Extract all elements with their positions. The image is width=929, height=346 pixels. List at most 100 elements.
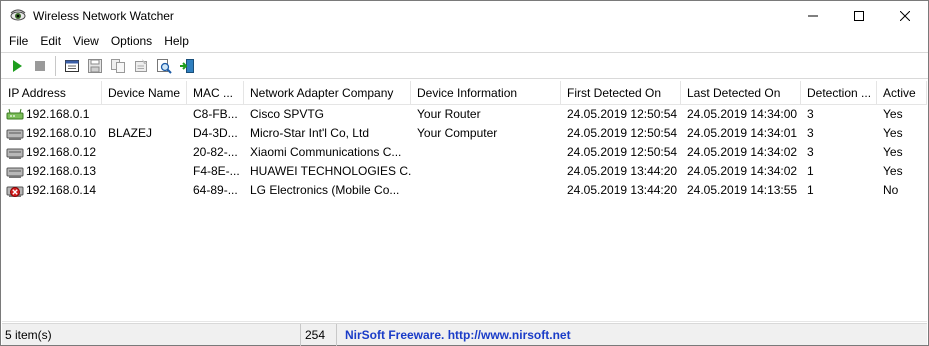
nirsoft-link[interactable]: NirSoft Freeware. http://www.nirsoft.net [337,324,927,346]
copy-button[interactable] [106,55,129,77]
title-bar: Wireless Network Watcher [1,1,928,31]
html-report-button[interactable] [60,55,83,77]
mac-cell: C8-FB... [193,107,238,121]
company-cell: Cisco SPVTG [250,107,325,121]
list-header: IP Address Device Name MAC ... Network A… [2,81,927,105]
ip-address: 192.168.0.1 [26,107,90,121]
column-header-ip-address[interactable]: IP Address [2,81,102,105]
menu-help[interactable]: Help [158,31,195,52]
minimize-button[interactable] [790,1,836,31]
menu-options[interactable]: Options [105,31,158,52]
device-list[interactable]: IP Address Device Name MAC ... Network A… [2,81,927,322]
column-header-mac-address[interactable]: MAC ... [187,81,244,105]
computer-icon [6,129,24,140]
properties-icon [134,58,147,72]
network-device-icon [6,167,24,178]
device-info-cell [411,181,561,200]
exit-button[interactable] [175,55,198,77]
menu-bar: File Edit View Options Help [1,31,928,52]
menu-view[interactable]: View [67,31,105,52]
menu-file[interactable]: File [3,31,34,52]
stop-scan-button[interactable] [28,55,51,77]
first-detected-cell: 24.05.2019 12:50:54 [567,145,678,159]
ip-address: 192.168.0.10 [26,126,97,140]
table-row[interactable]: 192.168.0.10 BLAZEJ D4-3D... Micro-Star … [2,124,927,143]
window-title: Wireless Network Watcher [33,9,174,23]
detection-count-cell: 1 [807,164,814,178]
network-device-icon [6,148,24,159]
find-button[interactable] [152,55,175,77]
ip-cell: 192.168.0.13 [2,162,102,181]
properties-button[interactable] [129,55,152,77]
maximize-button[interactable] [836,1,882,31]
table-row[interactable]: 192.168.0.1 C8-FB... Cisco SPVTG Your Ro… [2,105,927,124]
company-cell: Xiaomi Communications C... [250,145,402,159]
device-info-cell: Your Computer [417,126,498,140]
maximize-icon [854,11,864,21]
column-header-last-detected[interactable]: Last Detected On [681,81,801,105]
table-row[interactable]: 192.168.0.13 F4-8E-... HUAWEI TECHNOLOGI… [2,162,927,181]
device-name-cell [102,162,187,181]
first-detected-cell: 24.05.2019 12:50:54 [567,107,678,121]
column-header-detection-count[interactable]: Detection ... [801,81,877,105]
play-icon [12,59,22,72]
active-cell: No [883,183,899,197]
active-cell: Yes [883,145,903,159]
status-item-count: 5 item(s) [2,323,301,346]
save-button[interactable] [83,55,106,77]
copy-icon [110,58,125,73]
app-eye-icon [10,9,26,21]
active-cell: Yes [883,164,903,178]
column-header-first-detected[interactable]: First Detected On [561,81,681,105]
ip-address: 192.168.0.14 [26,183,97,197]
ip-address: 192.168.0.12 [26,145,97,159]
active-cell: Yes [883,107,903,121]
mac-cell: F4-8E-... [193,164,240,178]
save-icon [87,58,102,73]
mac-cell: 20-82-... [193,145,238,159]
first-detected-cell: 24.05.2019 12:50:54 [567,126,678,140]
router-icon [6,108,24,119]
mac-cell: 64-89-... [193,183,238,197]
column-header-adapter-company[interactable]: Network Adapter Company [244,81,411,105]
detection-count-cell: 3 [807,145,814,159]
ip-cell: 192.168.0.10 [2,124,102,143]
minimize-icon [808,15,818,17]
start-scan-button[interactable] [5,55,28,77]
ip-address: 192.168.0.13 [26,164,97,178]
detection-count-cell: 3 [807,107,814,121]
inactive-device-icon [6,186,24,197]
mac-cell: D4-3D... [193,126,238,140]
ip-cell: 192.168.0.12 [2,143,102,162]
ip-cell: 192.168.0.14 [2,181,102,200]
close-button[interactable] [882,1,928,31]
device-name-cell [102,105,187,124]
menu-edit[interactable]: Edit [34,31,67,52]
device-info-cell [411,162,561,181]
html-report-icon [64,59,79,72]
column-header-active[interactable]: Active [877,81,927,105]
last-detected-cell: 24.05.2019 14:34:02 [687,164,798,178]
find-icon [156,58,172,74]
ip-cell: 192.168.0.1 [2,105,102,124]
last-detected-cell: 24.05.2019 14:34:00 [687,107,798,121]
column-header-device-information[interactable]: Device Information [411,81,561,105]
status-scan-count: 254 [301,323,337,346]
column-header-device-name[interactable]: Device Name [102,81,187,105]
table-row[interactable]: 192.168.0.14 64-89-... LG Electronics (M… [2,181,927,200]
first-detected-cell: 24.05.2019 13:44:20 [567,183,678,197]
detection-count-cell: 3 [807,126,814,140]
device-info-cell [411,143,561,162]
company-cell: Micro-Star Int'l Co, Ltd [250,126,369,140]
status-bar: 5 item(s) 254 NirSoft Freeware. http://w… [2,323,927,346]
company-cell: HUAWEI TECHNOLOGIES C... [250,164,411,178]
active-cell: Yes [883,126,903,140]
app-window: Wireless Network Watcher File Edit View … [0,0,929,346]
last-detected-cell: 24.05.2019 14:34:02 [687,145,798,159]
device-name-cell [102,143,187,162]
first-detected-cell: 24.05.2019 13:44:20 [567,164,678,178]
device-name-cell [102,181,187,200]
company-cell: LG Electronics (Mobile Co... [250,183,400,197]
close-icon [900,11,910,21]
table-row[interactable]: 192.168.0.12 20-82-... Xiaomi Communicat… [2,143,927,162]
